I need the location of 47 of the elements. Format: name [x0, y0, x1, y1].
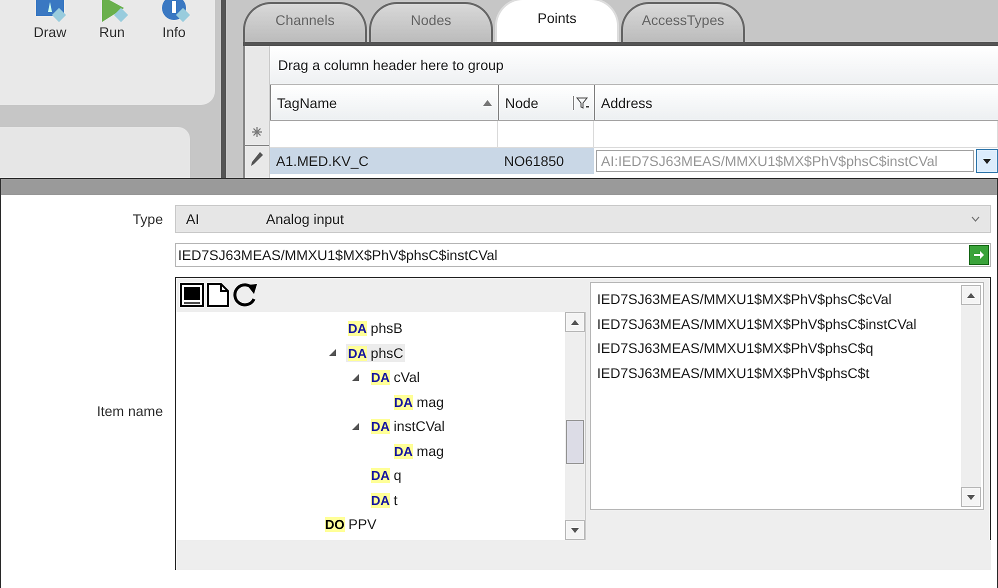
list-item[interactable]: IED7SJ63MEAS/MMXU1$MX$PhV$phsC$t: [597, 360, 953, 385]
tab[interactable]: Nodes: [369, 2, 493, 42]
item-name-label: Item name: [96, 402, 164, 418]
type-label: Type: [132, 211, 164, 227]
toolbar-button[interactable]: Run: [90, 0, 134, 40]
expander-icon[interactable]: [352, 422, 359, 430]
column-header[interactable]: Address: [594, 85, 998, 120]
scroll-down-icon[interactable]: [967, 494, 975, 500]
tree-item[interactable]: DA mag: [392, 442, 446, 460]
tree-item[interactable]: DA instCVal: [369, 417, 447, 436]
tree-item[interactable]: DA mag: [392, 392, 446, 411]
collapse-all-icon[interactable]: [180, 283, 204, 307]
scroll-up-icon[interactable]: [967, 292, 975, 298]
caret-icon: [983, 158, 991, 164]
tab[interactable]: Points: [495, 0, 619, 42]
tree-item[interactable]: DA cVal: [369, 368, 422, 386]
scroll-thumb[interactable]: [566, 420, 584, 464]
dropdown-button[interactable]: [976, 149, 998, 173]
table-cell: A1.MED.KV_C: [270, 148, 498, 174]
tree-item[interactable]: DA phsB: [346, 319, 405, 338]
scrollbar[interactable]: [961, 285, 981, 507]
group-hint: Drag a column header here to group: [278, 57, 504, 73]
scroll-down-icon[interactable]: [571, 528, 579, 532]
tab[interactable]: AccessTypes: [621, 2, 745, 42]
column-header[interactable]: TagName: [270, 85, 498, 120]
list-item[interactable]: IED7SJ63MEAS/MMXU1$MX$PhV$phsC$cVal: [597, 287, 953, 312]
document-icon[interactable]: [206, 283, 230, 307]
expander-icon[interactable]: [329, 349, 336, 356]
refresh-icon[interactable]: [232, 282, 258, 308]
asterisk-icon: [252, 127, 262, 137]
list-item[interactable]: IED7SJ63MEAS/MMXU1$MX$PhV$phsC$q: [597, 336, 953, 360]
chevron-icon: [971, 216, 980, 222]
tree-item[interactable]: DA phsC: [346, 344, 406, 362]
filter-icon[interactable]: [573, 96, 590, 110]
tree-item[interactable]: DO PPV: [323, 515, 378, 534]
toolbar-button[interactable]: Info: [152, 0, 196, 40]
table-cell: NO61850: [498, 148, 594, 174]
list-item[interactable]: IED7SJ63MEAS/MMXU1$MX$PhV$phsC$instCVal: [597, 312, 953, 336]
scrollbar[interactable]: [565, 312, 585, 540]
type-dropdown[interactable]: AI Analog input: [175, 205, 991, 233]
pencil-icon: [251, 152, 263, 166]
column-header[interactable]: Node: [498, 85, 594, 120]
toolbar-button[interactable]: Draw: [28, 0, 72, 40]
tab[interactable]: Channels: [243, 2, 367, 42]
scroll-up-icon[interactable]: [571, 320, 579, 324]
tree-item[interactable]: DA q: [369, 466, 404, 484]
expander-icon[interactable]: [352, 374, 359, 381]
